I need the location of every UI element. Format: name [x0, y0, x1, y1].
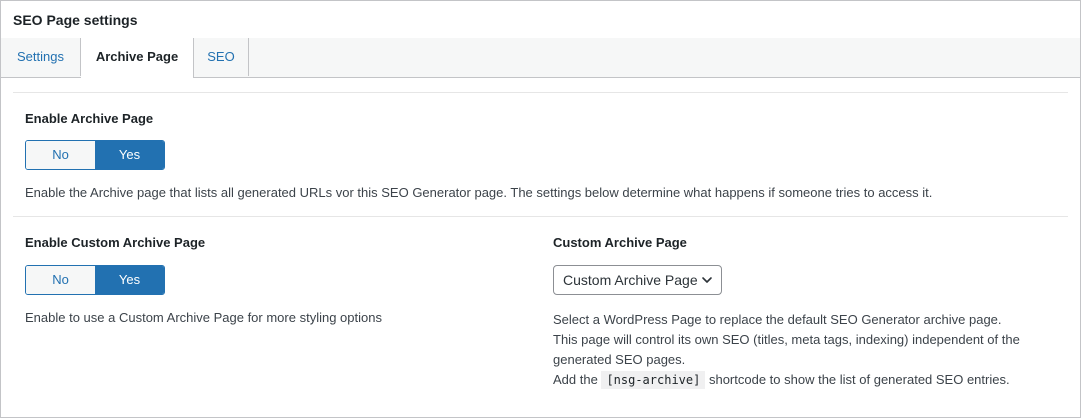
custom-archive-page-selected-value: Custom Archive Page: [563, 272, 698, 288]
shortcode-suffix-text: shortcode to show the list of generated …: [705, 372, 1010, 387]
custom-archive-page-label: Custom Archive Page: [553, 235, 687, 250]
tab-archive-page[interactable]: Archive Page: [81, 38, 194, 78]
enable-archive-yes-button[interactable]: Yes: [95, 141, 164, 169]
enable-archive-toggle: No Yes: [25, 140, 165, 170]
divider: [13, 92, 1068, 93]
tab-seo[interactable]: SEO: [194, 38, 249, 76]
panel-title: SEO Page settings: [13, 12, 138, 28]
custom-archive-desc-line: Add the [nsg-archive] shortcode to show …: [553, 370, 1053, 390]
shortcode-code: [nsg-archive]: [601, 371, 706, 389]
tab-settings[interactable]: Settings: [1, 38, 81, 76]
shortcode-prefix-text: Add the: [553, 372, 602, 387]
custom-archive-desc-line: This page will control its own SEO (titl…: [553, 332, 1020, 347]
tab-content: Enable Archive Page No Yes Enable the Ar…: [1, 78, 1080, 417]
enable-archive-label: Enable Archive Page: [25, 111, 154, 126]
enable-archive-description: Enable the Archive page that lists all g…: [25, 185, 933, 200]
enable-custom-archive-yes-button[interactable]: Yes: [95, 266, 164, 294]
seo-page-settings-panel: SEO Page settings Settings Archive Page …: [0, 0, 1081, 418]
enable-custom-archive-toggle: No Yes: [25, 265, 165, 295]
panel-header: SEO Page settings: [1, 1, 1080, 38]
custom-archive-page-select[interactable]: Custom Archive Page: [553, 265, 722, 295]
custom-archive-page-description: Select a WordPress Page to replace the d…: [553, 310, 1053, 390]
enable-custom-archive-description: Enable to use a Custom Archive Page for …: [25, 310, 382, 325]
enable-custom-archive-no-button[interactable]: No: [26, 266, 95, 294]
divider: [13, 216, 1068, 217]
custom-archive-desc-line: Select a WordPress Page to replace the d…: [553, 312, 1002, 327]
chevron-down-icon: [702, 277, 712, 283]
custom-archive-desc-line: generated SEO pages.: [553, 352, 686, 367]
tab-bar: Settings Archive Page SEO: [1, 38, 1080, 78]
enable-custom-archive-label: Enable Custom Archive Page: [25, 235, 206, 250]
enable-archive-no-button[interactable]: No: [26, 141, 95, 169]
